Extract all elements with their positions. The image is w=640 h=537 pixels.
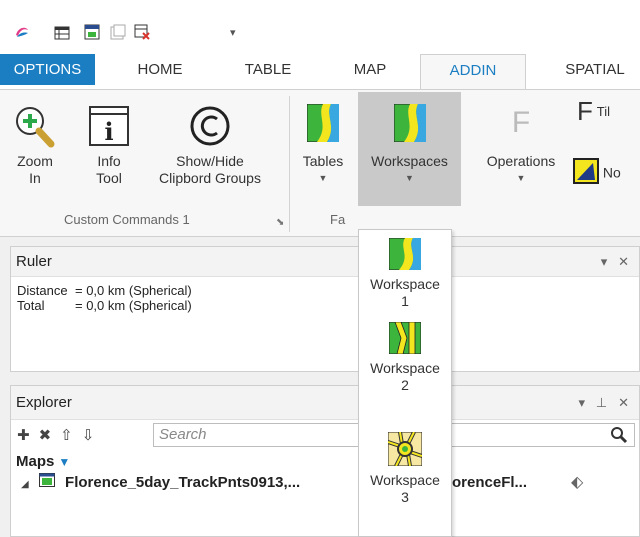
- explorer-close-icon[interactable]: ✕: [618, 395, 629, 410]
- operations-dropdown-caret-icon: ▼: [516, 173, 526, 183]
- ruler-value: = 0,0 km (Spherical): [75, 283, 192, 298]
- explorer-header: Explorer ▾ ⊥ ✕: [11, 386, 639, 420]
- ruler-panel: Ruler ▾ ✕ Distance = 0,0 km (Spherical) …: [10, 246, 640, 372]
- workspace-1-label-2: 1: [401, 293, 409, 309]
- layer-tag-icon: ⬖: [571, 474, 584, 491]
- copyright-icon: [188, 104, 232, 148]
- customize-qat-icon[interactable]: ▾: [230, 26, 236, 39]
- show-hide-label-1: Show/Hide: [176, 153, 244, 169]
- tab-map[interactable]: MAP: [330, 54, 410, 89]
- info-tool-button[interactable]: i Info Tool: [86, 104, 132, 187]
- workspaces-dropdown-menu: Workspace 1 Workspace 2 Workspace 3: [358, 229, 452, 537]
- operations-icon: F: [511, 106, 531, 139]
- tree-item-map[interactable]: ◢ Florence_5day_TrackPnts0913,... orence…: [11, 470, 639, 496]
- workspace-2-label-1: Workspace: [370, 360, 440, 376]
- map-item-label-right: orenceFl...: [452, 474, 528, 491]
- group-separator: [289, 96, 290, 232]
- workspace-3-label-1: Workspace: [370, 472, 440, 488]
- ruler-close-icon[interactable]: ✕: [618, 254, 629, 269]
- ruler-key: Distance: [17, 283, 68, 298]
- menu-item-workspace-2[interactable]: Workspace 2: [359, 321, 451, 394]
- ruler-value: = 0,0 km (Spherical): [75, 298, 192, 313]
- move-up-icon[interactable]: ⇧: [60, 426, 73, 444]
- ruler-row: Distance = 0,0 km (Spherical): [17, 283, 633, 298]
- save-table-icon[interactable]: [84, 24, 100, 40]
- explorer-menu-icon[interactable]: ▾: [579, 395, 586, 410]
- ribbon: Zoom In i Info Tool Show/Hide Clipbord G…: [0, 89, 640, 237]
- zoom-in-label-2: In: [29, 170, 41, 186]
- workspaces-label: Workspaces: [371, 153, 448, 169]
- workspace-2-map-icon: [388, 321, 422, 355]
- tile-button[interactable]: F Til: [577, 102, 640, 120]
- tab-table[interactable]: TABLE: [228, 54, 308, 89]
- info-tool-label-1: Info: [97, 153, 121, 169]
- workspaces-button[interactable]: Workspaces ▼: [358, 103, 461, 187]
- ruler-title: Ruler: [16, 253, 52, 270]
- tile-label: Til: [596, 103, 611, 119]
- workspace-1-label-1: Workspace: [370, 276, 440, 292]
- quick-access-toolbar: ▾: [0, 0, 640, 54]
- map-window-icon: [38, 470, 55, 496]
- map-item-label: Florence_5day_TrackPnts0913,...: [65, 474, 301, 491]
- group-label-custom-commands: Custom Commands 1: [64, 212, 190, 227]
- expand-arrow-icon[interactable]: ◢: [21, 479, 29, 490]
- maps-section-header[interactable]: Maps ▼: [11, 453, 639, 470]
- tables-map-icon: [306, 103, 340, 143]
- tab-addin[interactable]: ADDIN: [420, 54, 526, 90]
- ruler-key: Total: [17, 298, 45, 313]
- group-label-partial: Fa: [330, 212, 346, 227]
- add-icon[interactable]: ✚: [17, 426, 30, 444]
- maps-label: Maps: [16, 453, 55, 470]
- north-arrow-icon: [573, 158, 599, 188]
- show-hide-label-2: Clipbord Groups: [159, 170, 261, 186]
- ruler-body: Distance = 0,0 km (Spherical) Total = 0,…: [11, 277, 639, 319]
- tables-dropdown-caret-icon: ▼: [318, 173, 328, 183]
- move-down-icon[interactable]: ⇩: [82, 426, 95, 444]
- svg-text:i: i: [104, 117, 113, 146]
- tab-home[interactable]: HOME: [120, 54, 200, 89]
- show-hide-clipboard-groups-button[interactable]: Show/Hide Clipbord Groups: [146, 104, 274, 187]
- tables-label: Tables: [302, 153, 344, 169]
- menu-item-workspace-3[interactable]: Workspace 3: [359, 431, 451, 506]
- workspace-1-map-icon: [388, 237, 422, 271]
- operations-label: Operations: [486, 153, 556, 169]
- ruler-header: Ruler ▾ ✕: [11, 247, 639, 277]
- explorer-pin-icon[interactable]: ⊥: [596, 395, 607, 410]
- zoom-in-button[interactable]: Zoom In: [12, 104, 58, 187]
- workspace-2-label-2: 2: [401, 377, 409, 393]
- north-arrow-label: No: [602, 164, 621, 181]
- app-logo-icon: [14, 24, 30, 40]
- menu-item-workspace-1[interactable]: Workspace 1: [359, 237, 451, 310]
- info-icon: i: [87, 104, 131, 148]
- explorer-toolbar: ✚ ✖ ⇧ ⇩ Search: [11, 420, 639, 450]
- workspaces-dropdown-caret-icon: ▼: [405, 173, 414, 183]
- open-table-icon[interactable]: [54, 24, 70, 40]
- explorer-title: Explorer: [16, 394, 72, 411]
- workspace-3-map-icon: [387, 431, 423, 467]
- ruler-row: Total = 0,0 km (Spherical): [17, 298, 633, 313]
- tile-icon: F: [577, 102, 593, 120]
- maps-expand-icon[interactable]: ▼: [58, 455, 70, 469]
- workspaces-map-icon: [393, 103, 426, 143]
- ruler-menu-icon[interactable]: ▾: [601, 254, 608, 269]
- explorer-panel: Explorer ▾ ⊥ ✕ ✚ ✖ ⇧ ⇩ Search Maps ▼ ◢ Fl…: [10, 385, 640, 537]
- operations-button[interactable]: F Operations ▼: [474, 104, 568, 187]
- search-icon[interactable]: [610, 426, 628, 451]
- zoom-in-label-1: Zoom: [17, 153, 53, 169]
- save-copy-icon: [110, 24, 126, 40]
- workspace-3-label-2: 3: [401, 489, 409, 505]
- zoom-in-icon: [13, 104, 57, 148]
- north-arrow-button[interactable]: No: [573, 158, 640, 188]
- dialog-launcher-icon[interactable]: ⬊: [276, 217, 284, 228]
- tab-spatial[interactable]: SPATIAL: [545, 54, 640, 89]
- ribbon-tabs: OPTIONS HOME TABLE MAP ADDIN SPATIAL: [0, 54, 640, 90]
- search-placeholder: Search: [159, 426, 207, 443]
- close-table-icon[interactable]: [134, 24, 150, 40]
- tab-options[interactable]: OPTIONS: [0, 54, 95, 85]
- remove-icon[interactable]: ✖: [39, 426, 52, 444]
- tables-button[interactable]: Tables ▼: [298, 103, 348, 187]
- info-tool-label-2: Tool: [96, 170, 122, 186]
